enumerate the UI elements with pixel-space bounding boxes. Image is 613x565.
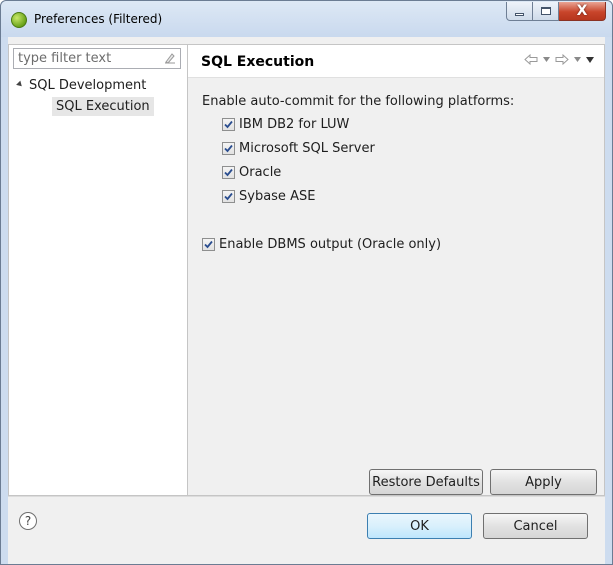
tree-item-label: SQL Execution [52,97,154,116]
tree-item-sql-development[interactable]: SQL Development [9,75,187,96]
window-title: Preferences (Filtered) [34,12,163,26]
checkbox-label: Microsoft SQL Server [239,140,375,156]
checkmark-icon [224,192,233,200]
page-title: SQL Execution [201,54,315,70]
preference-page: SQL Execution Enable auto-commit for the… [188,44,605,496]
ok-button[interactable]: OK [367,513,472,539]
close-button[interactable]: X [559,2,606,21]
checkbox[interactable] [222,189,235,203]
cancel-button[interactable]: Cancel [483,513,588,539]
checkbox-oracle[interactable]: Oracle [222,163,281,181]
checkbox-label: Sybase ASE [239,188,316,204]
page-navigation [524,54,594,65]
filter-field[interactable] [13,48,181,69]
dialog-client: SQL Development SQL Execution SQL Execut… [8,37,605,564]
checkbox-label: Enable DBMS output (Oracle only) [219,236,442,252]
app-icon [11,12,27,28]
checkmark-icon [224,168,233,176]
checkbox-label: Oracle [239,164,282,180]
clear-filter-icon[interactable] [164,52,176,64]
checkmark-icon [204,240,213,248]
preferences-window: Preferences (Filtered) X type filter tex… [0,0,613,565]
maximize-icon [540,7,551,15]
back-arrow-icon[interactable] [524,54,538,65]
checkbox-ibm-db2[interactable]: IBM DB2 for LUW [222,115,349,133]
filter-input[interactable] [14,49,158,68]
title-bar[interactable]: Preferences (Filtered) X [1,1,612,37]
checkmark-icon [224,120,233,128]
minimize-icon [515,12,524,16]
checkbox[interactable] [222,117,235,131]
back-dropdown-icon[interactable] [543,57,550,62]
maximize-button[interactable] [533,2,559,21]
minimize-button[interactable] [506,2,533,21]
forward-dropdown-icon[interactable] [574,57,581,62]
checkbox[interactable] [222,165,235,179]
checkbox-enable-dbms-output[interactable]: Enable DBMS output (Oracle only) [202,235,441,253]
auto-commit-label: Enable auto-commit for the following pla… [202,94,515,109]
restore-defaults-button[interactable]: Restore Defaults [369,469,483,495]
checkbox-sybase-ase[interactable]: Sybase ASE [222,187,315,205]
tree-item-sql-execution[interactable]: SQL Execution [9,96,187,117]
checkbox-label: IBM DB2 for LUW [239,116,350,132]
tree-item-label: SQL Development [29,78,147,93]
close-icon: X [576,3,588,19]
preferences-tree: SQL Development SQL Execution [9,75,187,117]
expand-triangle-icon[interactable] [16,80,24,89]
checkbox[interactable] [222,141,235,155]
window-controls: X [506,2,606,22]
checkmark-icon [224,144,233,152]
apply-button[interactable]: Apply [490,469,597,495]
forward-arrow-icon[interactable] [555,54,569,65]
checkbox-microsoft-sql-server[interactable]: Microsoft SQL Server [222,139,375,157]
view-menu-icon[interactable] [586,56,594,63]
button-bar-separator [8,496,605,497]
preferences-tree-pane: SQL Development SQL Execution [8,44,188,496]
help-icon[interactable]: ? [19,512,37,530]
checkbox[interactable] [202,237,215,251]
page-header: SQL Execution [188,45,604,78]
